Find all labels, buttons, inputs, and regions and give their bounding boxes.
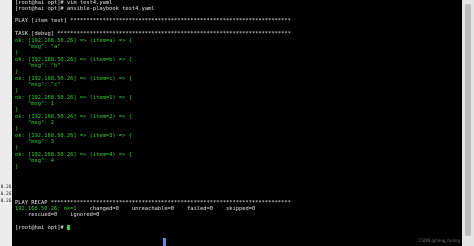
play-header: PLAY [item test] ***********************…: [15, 18, 291, 24]
gutter-label: 0.26: [0, 199, 12, 204]
shell-prompt: [root@hai opt]#: [15, 225, 67, 231]
shell-prompt-line[interactable]: [root@hai opt]#: [15, 225, 70, 231]
recap-counts: changed=0 unreachable=0 failed=0 skipped…: [76, 206, 256, 212]
task-msg-line: "msg": 1: [15, 101, 54, 107]
task-close-brace: }: [15, 50, 19, 56]
task-msg-line: "msg": 3: [15, 139, 54, 145]
recap-line-2: rescued=0 ignored=0: [15, 212, 100, 218]
cursor-block: [66, 225, 70, 230]
task-msg-line: "msg": "a": [15, 44, 61, 50]
task-close-brace: }: [15, 69, 19, 75]
task-msg-line: "msg": 2: [15, 120, 54, 126]
task-close-brace: }: [15, 107, 19, 113]
watermark: CSDN @hong_huang: [418, 238, 460, 243]
task-close-brace: }: [15, 88, 19, 94]
task-msg-line: "msg": "b": [15, 63, 61, 69]
task-close-brace: }: [15, 126, 19, 132]
scroll-thumb[interactable]: [465, 4, 471, 236]
command-line: [root@hai opt]# ansible-playbook test4.y…: [15, 6, 155, 12]
terminal-window[interactable]: [root@hai opt]# vim test4.yaml [root@hai…: [12, 0, 462, 246]
task-close-brace: }: [15, 164, 19, 170]
task-close-brace: }: [15, 145, 19, 151]
task-msg-line: "msg": 4: [15, 158, 54, 164]
scroll-position-marker: [163, 238, 166, 246]
gutter-label: 0.26: [0, 192, 12, 197]
gutter-label: 0.26: [0, 185, 12, 190]
left-gutter: 0.26 0.26 0.26: [0, 0, 12, 246]
vertical-scrollbar[interactable]: [462, 0, 474, 246]
task-header: TASK [debug] ***************************…: [15, 31, 291, 37]
task-msg-line: "msg": "c": [15, 82, 61, 88]
